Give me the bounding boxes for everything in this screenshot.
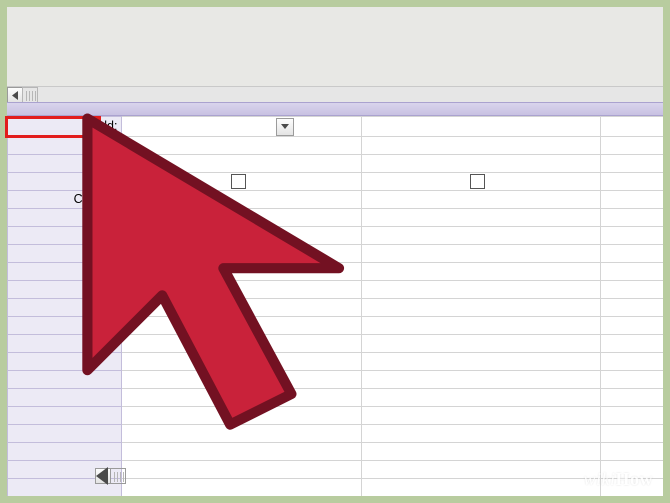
row-field: Field:: [8, 117, 664, 137]
field-col3[interactable]: [601, 117, 663, 137]
scroll-grip-icon: [110, 468, 126, 484]
row-criteria: Criteria:: [8, 190, 664, 208]
scroll-left-button[interactable]: [7, 87, 23, 103]
row-table: Table:: [8, 136, 664, 154]
qbe-grid: Field: Table:: [7, 116, 663, 496]
relationships-pane[interactable]: [7, 7, 663, 79]
field-col1[interactable]: [122, 117, 361, 137]
row-label-show: Show:: [8, 172, 122, 190]
show-checkbox[interactable]: [470, 174, 485, 189]
field-dropdown-button[interactable]: [276, 118, 294, 136]
row-label-or: or:: [8, 208, 122, 226]
pane-splitter[interactable]: [7, 102, 663, 116]
lower-hscroll-stub: [95, 468, 126, 484]
scroll-left-button[interactable]: [95, 468, 111, 484]
row-show: Show:: [8, 172, 664, 190]
app-frame: Field: Table:: [0, 0, 670, 503]
row-label-criteria: Criteria:: [8, 190, 122, 208]
row-or: or:: [8, 208, 664, 226]
scroll-grip-icon: [22, 87, 38, 103]
row-label-field: Field:: [8, 117, 122, 137]
show-col1[interactable]: [122, 172, 361, 190]
row-label-table: Table:: [8, 136, 122, 154]
row-label-sort: Sort:: [8, 154, 122, 172]
show-col2[interactable]: [361, 172, 600, 190]
query-design-grid: Field: Table:: [7, 116, 663, 496]
show-checkbox[interactable]: [231, 174, 246, 189]
field-col2[interactable]: [361, 117, 600, 137]
row-sort: Sort:: [8, 154, 664, 172]
show-col3[interactable]: [601, 172, 663, 190]
